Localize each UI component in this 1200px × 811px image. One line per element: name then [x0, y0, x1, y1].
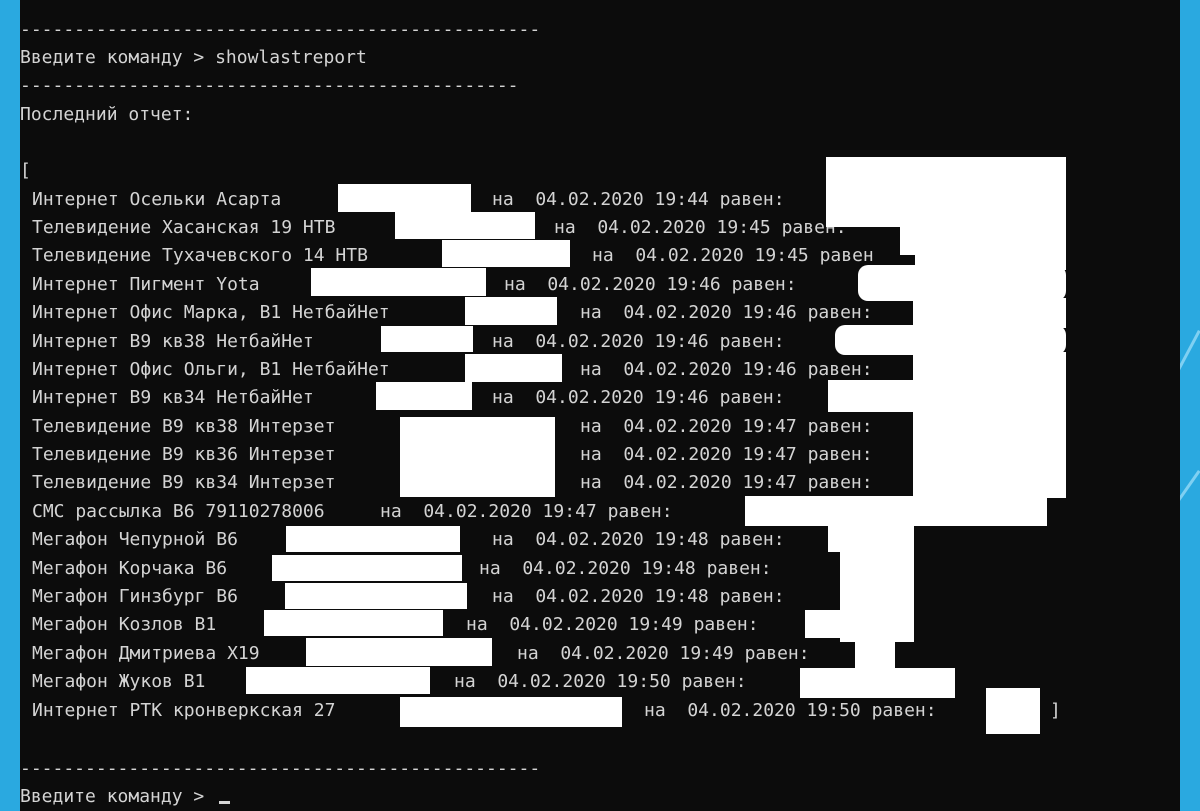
prompt-text: Введите команду >: [20, 786, 216, 807]
redaction-box: [338, 184, 471, 212]
redaction-box: [835, 325, 1066, 355]
row-suffix: на 04.02.2020 19:45 равен: [592, 245, 874, 266]
redaction-box: [800, 668, 955, 698]
row-suffix: на 04.02.2020 19:47 равен:: [580, 444, 873, 465]
redaction-box: [264, 610, 443, 636]
row-label: Интернет В9 кв38 НетбайНет: [32, 331, 314, 352]
redaction-box: [442, 240, 570, 267]
redaction-box: [246, 667, 430, 694]
separator-line: ----------------------------------------…: [20, 75, 519, 96]
row-label: Интернет В9 кв34 НетбайНет: [32, 387, 314, 408]
report-row: Интернет Офис Марка, В1 НетбайНет на 04.0…: [32, 299, 873, 327]
redaction-box: [913, 352, 1066, 382]
redaction-box: [400, 697, 622, 727]
redaction-box: [286, 526, 460, 552]
redaction-box: [400, 417, 555, 497]
redaction-box: [311, 268, 486, 296]
row-suffix: на 04.02.2020 19:47 равен:: [580, 472, 873, 493]
row-label: Телевидение Тухачевского 14 НТВ: [32, 245, 368, 266]
report-row: Телевидение Хасанская 19 НТВ на 04.02.202…: [32, 214, 847, 242]
report-row: Мегафон Чепурной В6 на 04.02.2020 19:48 р…: [32, 526, 785, 554]
redaction-box: [858, 265, 1066, 301]
row-label: Телевидение В9 кв36 Интерзет: [32, 444, 336, 465]
report-row: Интернет Осельки Асарта на 04.02.2020 19:…: [32, 186, 785, 214]
row-label: Мегафон Корчака В6: [32, 558, 228, 579]
row-label: Интернет Осельки Асарта: [32, 189, 282, 210]
row-label: Мегафон Жуков В1: [32, 671, 206, 692]
redaction-box: [828, 380, 1066, 412]
row-label: Мегафон Гинзбург В6: [32, 586, 238, 607]
row-label: Телевидение В9 кв38 Интерзет: [32, 416, 336, 437]
report-row: Интернет Пигмент Yota на 04.02.2020 19:46…: [32, 271, 797, 299]
row-suffix: на 04.02.2020 19:50 равен:: [644, 700, 937, 721]
redaction-box: [306, 638, 492, 666]
redaction-box: [376, 382, 472, 410]
text-cursor: [219, 801, 231, 804]
redaction-box: [986, 688, 1040, 734]
redaction-box: [465, 297, 557, 325]
redaction-box: [272, 555, 462, 581]
report-row: Интернет В9 кв38 НетбайНет на 04.02.2020 …: [32, 328, 785, 356]
row-label: Интернет Пигмент Yota: [32, 274, 260, 295]
row-label: Интернет Офис Ольги, В1 НетбайНет: [32, 359, 390, 380]
report-row: Интернет РТК кронверкская 27 на 04.02.202…: [32, 697, 1061, 725]
redaction-box: [465, 354, 562, 382]
report-header: Последний отчет:: [20, 104, 194, 125]
report-row: Мегафон Жуков В1 на 04.02.2020 19:50 раве…: [32, 668, 747, 696]
redaction-box: [285, 583, 467, 609]
prompt-text: Введите команду >: [20, 47, 216, 68]
report-row: СМС рассылка В6 79110278006 на 04.02.2020…: [32, 498, 673, 526]
separator-line: ----------------------------------------…: [20, 758, 541, 779]
report-row: Интернет В9 кв34 НетбайНет на 04.02.2020 …: [32, 384, 785, 412]
row-suffix: на 04.02.2020 19:48 равен:: [492, 586, 785, 607]
redaction-box: [381, 326, 473, 352]
command-text: showlastreport: [215, 47, 367, 68]
row-label: Интернет РТК кронверкская 27: [32, 700, 336, 721]
row-suffix: на 04.02.2020 19:48 равен:: [492, 529, 785, 550]
row-suffix: на 04.02.2020 19:44 равен:: [492, 189, 785, 210]
row-label: Интернет Офис Марка, В1 НетбайНет: [32, 302, 390, 323]
redaction-box: [805, 610, 875, 638]
report-row: Телевидение В9 кв34 Интерзет на 04.02.202…: [32, 469, 873, 497]
row-suffix: на 04.02.2020 19:49 равен:: [466, 614, 759, 635]
row-suffix: на 04.02.2020 19:48 равен:: [479, 558, 772, 579]
redaction-box: [913, 298, 1066, 328]
console-window[interactable]: ----------------------------------------…: [20, 0, 1180, 811]
close-bracket: ]: [1050, 700, 1061, 721]
report-row: Телевидение В9 кв38 Интерзет на 04.02.202…: [32, 413, 873, 441]
row-label: Мегафон Козлов В1: [32, 614, 217, 635]
row-suffix: на 04.02.2020 19:49 равен:: [517, 643, 810, 664]
row-suffix: на 04.02.2020 19:45 равен:: [554, 217, 847, 238]
redaction-box: [395, 212, 535, 239]
command-line: Введите команду > showlastreport: [20, 44, 367, 72]
row-label: Телевидение В9 кв34 Интерзет: [32, 472, 336, 493]
input-line[interactable]: Введите команду >: [20, 783, 231, 811]
row-label: Мегафон Чепурной В6: [32, 529, 238, 550]
row-suffix: на 04.02.2020 19:50 равен:: [454, 671, 747, 692]
row-suffix: на 04.02.2020 19:46 равен:: [492, 331, 785, 352]
report-row: Мегафон Козлов В1 на 04.02.2020 19:49 рав…: [32, 611, 759, 639]
redaction-box: [855, 640, 895, 670]
row-suffix: на 04.02.2020 19:46 равен:: [492, 387, 785, 408]
report-row: Мегафон Гинзбург В6 на 04.02.2020 19:48 р…: [32, 583, 785, 611]
redaction-box: [913, 410, 1066, 498]
row-label: СМС рассылка В6 79110278006: [32, 501, 325, 522]
report-row: Телевидение Тухачевского 14 НТВ на 04.02.…: [32, 242, 874, 270]
row-suffix: на 04.02.2020 19:47 равен:: [380, 501, 673, 522]
row-label: Мегафон Дмитриева Х19: [32, 643, 260, 664]
open-bracket: [: [20, 160, 31, 181]
report-row: Мегафон Дмитриева Х19 на 04.02.2020 19:49…: [32, 640, 810, 668]
row-label: Телевидение Хасанская 19 НТВ: [32, 217, 336, 238]
row-suffix: на 04.02.2020 19:47 равен:: [580, 416, 873, 437]
row-suffix: на 04.02.2020 19:46 равен:: [504, 274, 797, 295]
row-suffix: на 04.02.2020 19:46 равен:: [580, 302, 873, 323]
separator-line: ----------------------------------------…: [20, 19, 541, 40]
report-row: Телевидение В9 кв36 Интерзет на 04.02.202…: [32, 441, 873, 469]
report-row: Интернет Офис Ольги, В1 НетбайНет на 04.0…: [32, 356, 873, 384]
report-row: Мегафон Корчака В6 на 04.02.2020 19:48 ра…: [32, 555, 772, 583]
